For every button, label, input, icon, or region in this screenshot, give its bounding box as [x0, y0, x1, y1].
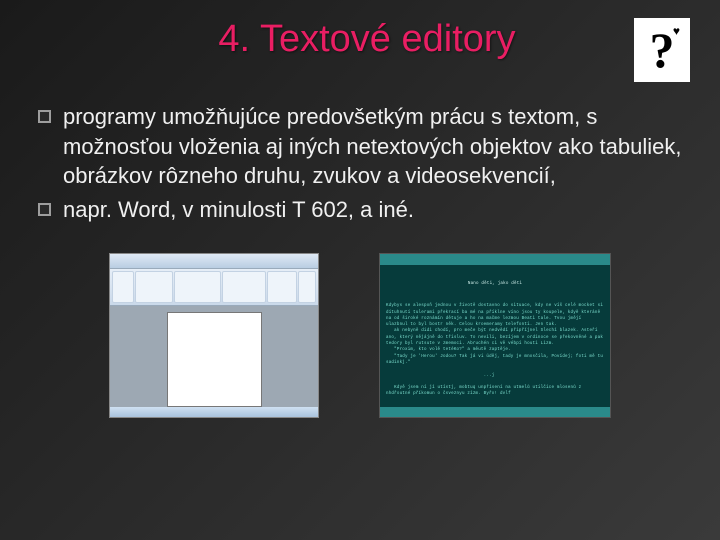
word-document-area: [110, 306, 318, 407]
bullet-icon: [38, 110, 51, 123]
t602-screenshot: Nano děti, jako děti Kdybys se alespoň j…: [379, 253, 611, 418]
heart-icon: ♥: [673, 24, 680, 38]
word-screenshot: [109, 253, 319, 418]
t602-text-area: Nano děti, jako děti Kdybys se alespoň j…: [380, 265, 610, 415]
t602-menubar: [380, 254, 610, 265]
t602-statusbar: [380, 407, 610, 417]
word-statusbar: [110, 407, 318, 417]
word-titlebar: [110, 254, 318, 269]
question-mark-icon: ? ♥: [634, 18, 690, 82]
screenshots-row: Nano děti, jako děti Kdybys se alespoň j…: [0, 253, 720, 418]
bullet-icon: [38, 203, 51, 216]
bullet-text: programy umožňujúce predovšetkým prácu s…: [63, 102, 682, 191]
word-page: [167, 312, 262, 407]
slide-title: 4. Textové editory: [30, 18, 634, 61]
list-item: programy umožňujúce predovšetkým prácu s…: [38, 102, 682, 191]
bullet-text: napr. Word, v minulosti T 602, a iné.: [63, 195, 682, 225]
list-item: napr. Word, v minulosti T 602, a iné.: [38, 195, 682, 225]
word-ribbon: [110, 269, 318, 306]
slide-body: programy umožňujúce predovšetkým prácu s…: [0, 82, 720, 225]
